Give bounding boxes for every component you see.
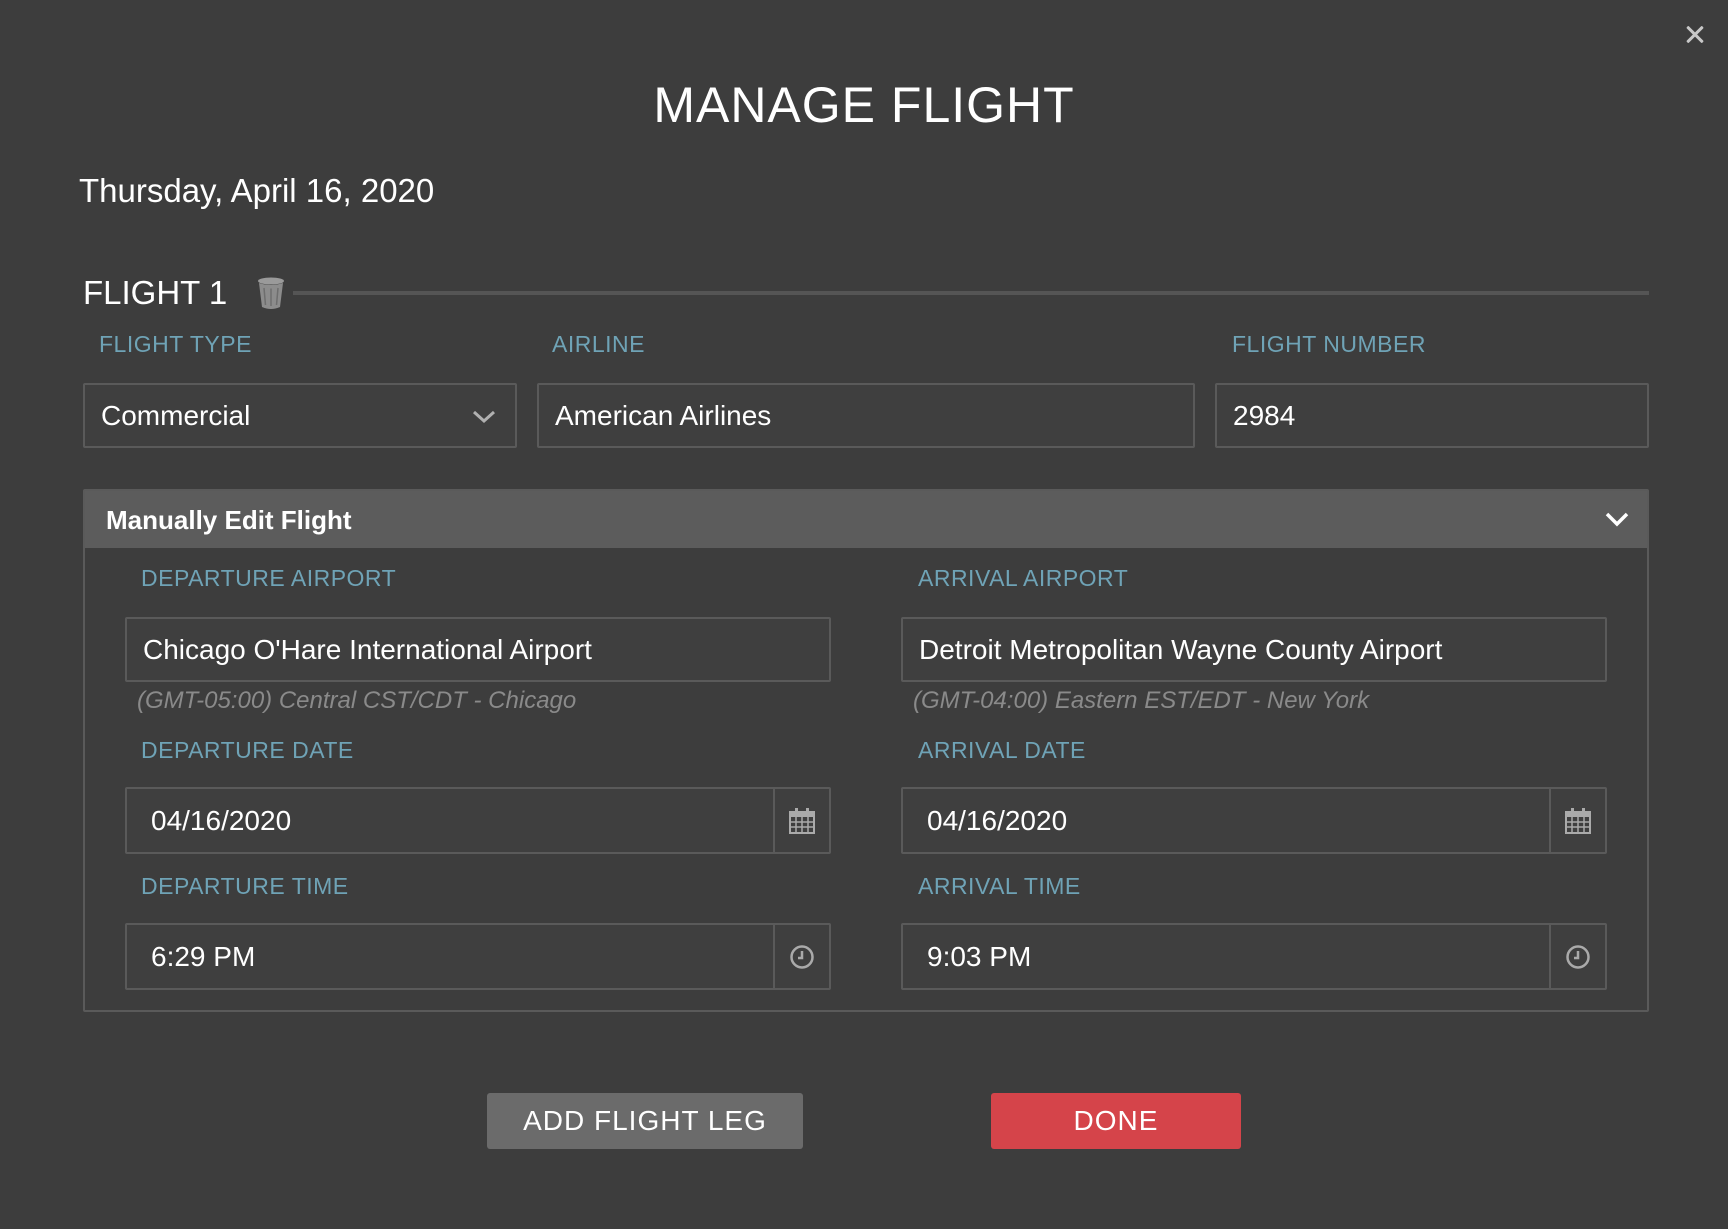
airline-value: American Airlines bbox=[555, 399, 772, 431]
flight-number-input[interactable]: 2984 bbox=[1215, 383, 1649, 448]
manual-edit-title: Manually Edit Flight bbox=[106, 505, 352, 535]
flight-number-label: FLIGHT NUMBER bbox=[1232, 331, 1426, 357]
departure-date-label: DEPARTURE DATE bbox=[141, 737, 354, 763]
manual-edit-header[interactable]: Manually Edit Flight bbox=[85, 491, 1647, 548]
chevron-down-icon bbox=[1605, 512, 1629, 527]
flight-divider bbox=[293, 291, 1649, 295]
chevron-down-icon bbox=[472, 410, 496, 424]
calendar-icon bbox=[1565, 807, 1591, 834]
departure-time-label: DEPARTURE TIME bbox=[141, 873, 349, 899]
departure-timezone: (GMT-05:00) Central CST/CDT - Chicago bbox=[137, 687, 577, 714]
flight-header: FLIGHT 1 bbox=[83, 270, 1649, 314]
arrival-clock-button[interactable] bbox=[1549, 925, 1605, 988]
add-flight-leg-button[interactable]: ADD FLIGHT LEG bbox=[487, 1093, 803, 1149]
departure-time-value: 6:29 PM bbox=[151, 940, 256, 972]
departure-time-input[interactable]: 6:29 PM bbox=[125, 923, 831, 990]
departure-date-input[interactable]: 04/16/2020 bbox=[125, 787, 831, 854]
arrival-time-label: ARRIVAL TIME bbox=[918, 873, 1081, 899]
trash-icon[interactable] bbox=[256, 276, 286, 310]
departure-calendar-button[interactable] bbox=[773, 789, 829, 852]
arrival-airport-input[interactable]: Detroit Metropolitan Wayne County Airpor… bbox=[901, 617, 1607, 682]
manage-flight-modal: MANAGE FLIGHT Thursday, April 16, 2020 F… bbox=[0, 0, 1728, 1229]
arrival-calendar-button[interactable] bbox=[1549, 789, 1605, 852]
arrival-date-value: 04/16/2020 bbox=[927, 804, 1068, 836]
arrival-time-value: 9:03 PM bbox=[927, 940, 1032, 972]
clock-icon bbox=[790, 944, 814, 969]
calendar-icon bbox=[789, 807, 815, 834]
clock-icon bbox=[1566, 944, 1590, 969]
flight-type-value: Commercial bbox=[101, 399, 251, 431]
close-icon[interactable] bbox=[1680, 20, 1710, 50]
done-button[interactable]: DONE bbox=[991, 1093, 1241, 1149]
departure-airport-value: Chicago O'Hare International Airport bbox=[143, 633, 592, 665]
departure-date-value: 04/16/2020 bbox=[151, 804, 292, 836]
airline-input[interactable]: American Airlines bbox=[537, 383, 1195, 448]
departure-airport-label: DEPARTURE AIRPORT bbox=[141, 565, 397, 591]
airline-label: AIRLINE bbox=[552, 331, 645, 357]
flight-type-select[interactable]: Commercial bbox=[83, 383, 517, 448]
flight-date-heading: Thursday, April 16, 2020 bbox=[79, 172, 435, 209]
arrival-airport-label: ARRIVAL AIRPORT bbox=[918, 565, 1129, 591]
arrival-time-input[interactable]: 9:03 PM bbox=[901, 923, 1607, 990]
modal-title: MANAGE FLIGHT bbox=[653, 77, 1075, 133]
arrival-airport-value: Detroit Metropolitan Wayne County Airpor… bbox=[919, 633, 1443, 665]
departure-airport-input[interactable]: Chicago O'Hare International Airport bbox=[125, 617, 831, 682]
arrival-timezone: (GMT-04:00) Eastern EST/EDT - New York bbox=[913, 687, 1370, 714]
flight-type-label: FLIGHT TYPE bbox=[99, 331, 252, 357]
departure-clock-button[interactable] bbox=[773, 925, 829, 988]
flight-label: FLIGHT 1 bbox=[83, 274, 228, 311]
arrival-date-label: ARRIVAL DATE bbox=[918, 737, 1086, 763]
arrival-date-input[interactable]: 04/16/2020 bbox=[901, 787, 1607, 854]
flight-number-value: 2984 bbox=[1233, 399, 1296, 431]
